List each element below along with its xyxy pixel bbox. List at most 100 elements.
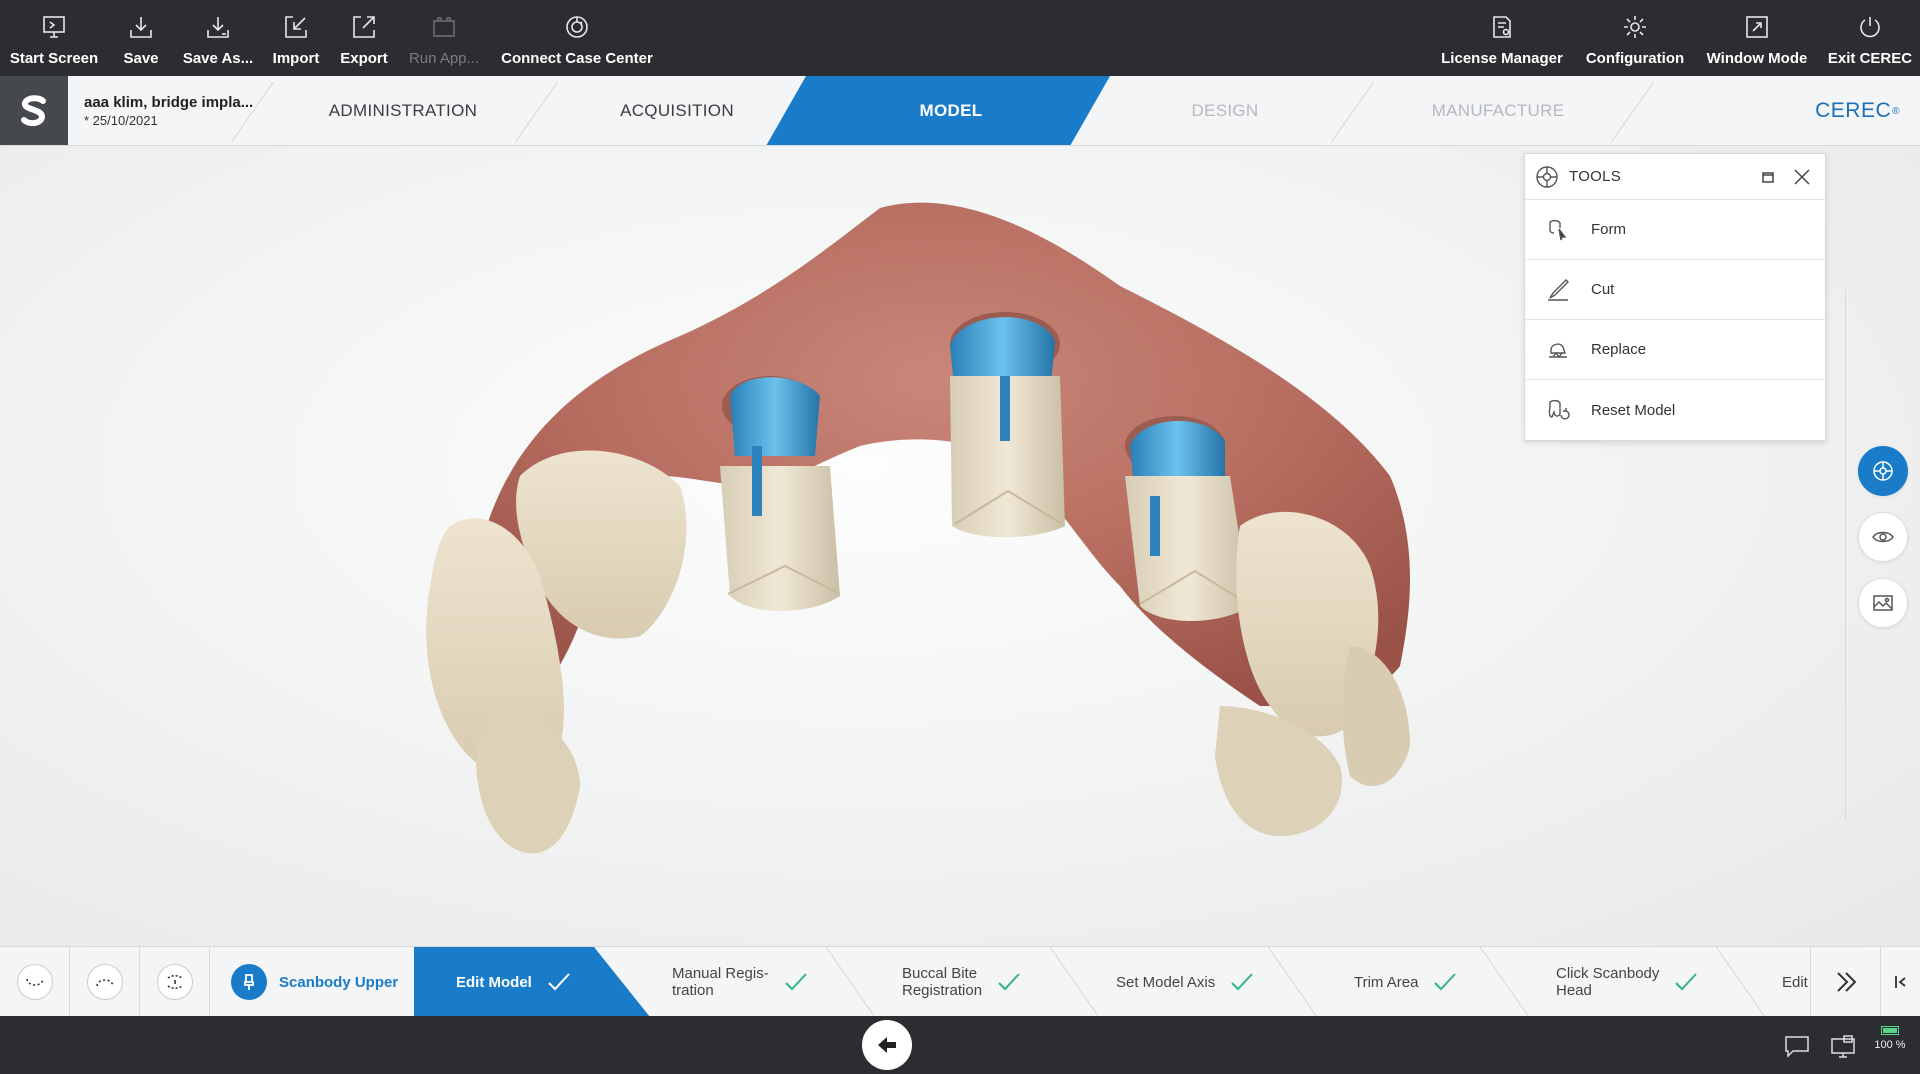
step-separator [1479, 947, 1530, 1016]
check-icon [785, 973, 807, 991]
tool-form[interactable]: Form [1525, 200, 1825, 260]
tool-reset-model[interactable]: Reset Model [1525, 380, 1825, 440]
tooth-left-premolar [476, 706, 580, 854]
buccal-button[interactable] [140, 947, 210, 1016]
lower-jaw-button[interactable] [70, 947, 140, 1016]
chat-icon [1785, 1036, 1809, 1058]
phase-separator [1610, 82, 1655, 142]
cerec-brand: CEREC ® [1815, 99, 1900, 122]
start-screen-button[interactable]: Start Screen [8, 0, 100, 76]
workflow-step-bar: Scanbody Upper Edit Model Manual Regis-t… [0, 946, 1920, 1016]
run-app-icon [433, 17, 455, 37]
app-logo[interactable] [0, 76, 68, 145]
tab-administration[interactable]: ADMINISTRATION [290, 76, 516, 145]
run-app-button[interactable]: Run App... [406, 0, 482, 76]
system-bar: 100 % [0, 1016, 1920, 1074]
connect-case-center-button[interactable]: Connect Case Center [500, 0, 654, 76]
window-mode-icon [1746, 16, 1768, 38]
form-tool-icon [1549, 219, 1567, 240]
step-separator [1715, 947, 1766, 1016]
collapse-step-bar-button[interactable] [1880, 947, 1920, 1016]
tools-panel-header: TOOLS [1525, 154, 1825, 200]
tool-replace[interactable]: Replace [1525, 320, 1825, 380]
maximize-icon [1762, 172, 1774, 183]
check-icon [548, 973, 570, 991]
replace-tool-icon [1549, 342, 1567, 358]
lock-monitor-icon [1831, 1035, 1855, 1058]
step-separator [1267, 947, 1318, 1016]
start-screen-icon [43, 16, 65, 38]
exit-cerec-button[interactable]: Exit CEREC [1828, 0, 1912, 76]
export-icon [353, 16, 375, 38]
buccal-icon [167, 974, 182, 990]
back-button[interactable] [862, 1020, 912, 1070]
import-button[interactable]: Import [268, 0, 324, 76]
side-divider [1845, 290, 1846, 820]
save-icon [130, 17, 152, 38]
tab-manufacture[interactable]: MANUFACTURE [1380, 76, 1616, 145]
tab-design[interactable]: DESIGN [1110, 76, 1340, 145]
tools-panel-title: TOOLS [1569, 168, 1622, 185]
check-icon [1675, 973, 1698, 991]
collapse-icon [1894, 976, 1906, 988]
tooth-right-molar [1342, 646, 1410, 786]
phase-separator [514, 82, 559, 142]
check-icon [998, 973, 1020, 991]
main-toolbar: Start Screen Save Save As... Import Expo… [0, 0, 1920, 76]
tools-icon [1536, 165, 1558, 188]
tab-acquisition[interactable]: ACQUISITION [560, 76, 794, 145]
scanbody-upper-selector[interactable]: Scanbody Upper [211, 947, 398, 1016]
arrow-left-icon [878, 1037, 896, 1053]
double-chevron-right-icon [1836, 972, 1856, 992]
gallery-button[interactable] [1858, 578, 1908, 628]
check-icon [1434, 973, 1457, 991]
scanbody-icon [244, 974, 254, 990]
more-steps-button[interactable] [1810, 947, 1880, 1016]
case-info[interactable]: aaa klim, bridge impla... * 25/10/2021 [84, 94, 264, 128]
step-trim-area[interactable]: Trim Area [1354, 947, 1458, 1016]
window-mode-button[interactable]: Window Mode [1702, 0, 1812, 76]
battery-icon [1881, 1026, 1899, 1035]
step-manual-registration[interactable]: Manual Regis-tration [672, 947, 809, 1016]
case-date: * 25/10/2021 [84, 113, 158, 128]
tab-model[interactable]: MODEL [810, 76, 1092, 145]
scanbody-center[interactable] [950, 312, 1065, 538]
step-separator [825, 947, 876, 1016]
close-icon [1794, 169, 1810, 185]
configuration-button[interactable]: Configuration [1582, 0, 1688, 76]
save-button[interactable]: Save [118, 0, 164, 76]
save-as-icon [207, 17, 229, 38]
tools-toggle-button[interactable] [1858, 446, 1908, 496]
upper-jaw-button[interactable] [0, 947, 70, 1016]
license-manager-icon [1493, 16, 1511, 38]
step-click-scanbody-head[interactable]: Click Scanbody Head [1556, 947, 1699, 1016]
step-edit[interactable]: Edit [1782, 947, 1808, 1016]
tools-icon [1873, 461, 1893, 481]
lower-jaw-icon [95, 979, 114, 987]
license-manager-button[interactable]: License Manager [1438, 0, 1566, 76]
save-as-button[interactable]: Save As... [182, 0, 254, 76]
visibility-button[interactable] [1858, 512, 1908, 562]
case-name: aaa klim, bridge impla... [84, 94, 254, 111]
tools-panel-close[interactable] [1791, 166, 1813, 188]
lock-screen-button[interactable] [1830, 1034, 1856, 1058]
import-icon [285, 16, 307, 38]
step-separator [1049, 947, 1100, 1016]
upper-jaw-icon [25, 978, 44, 986]
step-buccal-bite-registration[interactable]: Buccal Bite Registration [902, 947, 1022, 1016]
tools-panel: TOOLS Form Cut Replace Reset Model [1524, 153, 1826, 441]
tools-panel-maximize[interactable] [1757, 166, 1779, 188]
export-button[interactable]: Export [338, 0, 390, 76]
tool-cut[interactable]: Cut [1525, 260, 1825, 320]
chat-button[interactable] [1784, 1034, 1810, 1058]
phase-bar: aaa klim, bridge impla... * 25/10/2021 A… [0, 76, 1920, 146]
battery-percent: 100 % [1874, 1039, 1906, 1051]
step-set-model-axis[interactable]: Set Model Axis [1116, 947, 1255, 1016]
reset-model-icon [1548, 399, 1570, 420]
connect-case-center-icon [566, 16, 588, 38]
step-edit-model[interactable]: Edit Model [456, 947, 572, 1016]
image-gallery-icon [1873, 595, 1893, 611]
sirona-logo-icon [21, 95, 46, 127]
battery-indicator: 100 % [1870, 1026, 1910, 1051]
power-icon [1860, 17, 1880, 38]
